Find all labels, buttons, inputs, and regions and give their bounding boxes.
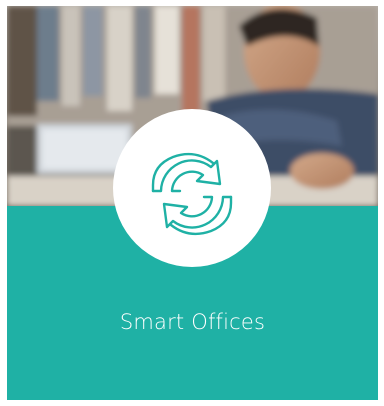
smart-offices-tile[interactable]: Smart Offices (7, 6, 378, 400)
icon-circle (113, 109, 271, 267)
tile-title: Smart Offices (119, 310, 266, 334)
sync-icon (151, 152, 233, 236)
